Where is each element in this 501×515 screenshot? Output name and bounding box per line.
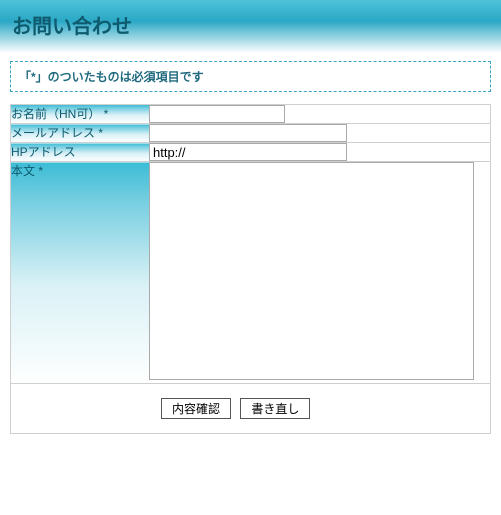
row-name: お名前（HN可） * [11,105,490,124]
label-email: メールアドレス * [11,124,149,143]
cell-url [149,143,490,162]
cell-name [149,105,490,124]
inquiry-form: お名前（HN可） * メールアドレス * HPアドレス 本文 * 内容確認 書き… [10,104,491,434]
form-table: お名前（HN可） * メールアドレス * HPアドレス 本文 * [11,105,490,383]
required-notice: 「*」のついたものは必須項目です [10,61,491,92]
body-textarea[interactable] [149,162,474,380]
label-body: 本文 * [11,162,149,384]
reset-button[interactable]: 書き直し [240,398,310,419]
row-body: 本文 * [11,162,490,384]
email-input[interactable] [149,124,347,142]
page-header: お問い合わせ [0,0,501,53]
cell-body [149,162,490,384]
notice-container: 「*」のついたものは必須項目です [0,53,501,104]
cell-email [149,124,490,143]
row-email: メールアドレス * [11,124,490,143]
confirm-button[interactable]: 内容確認 [161,398,231,419]
label-url: HPアドレス [11,143,149,162]
action-bar: 内容確認 書き直し [11,383,490,433]
label-name: お名前（HN可） * [11,105,149,124]
row-url: HPアドレス [11,143,490,162]
name-input[interactable] [149,105,285,123]
url-input[interactable] [149,143,347,161]
page-title: お問い合わせ [12,10,489,39]
